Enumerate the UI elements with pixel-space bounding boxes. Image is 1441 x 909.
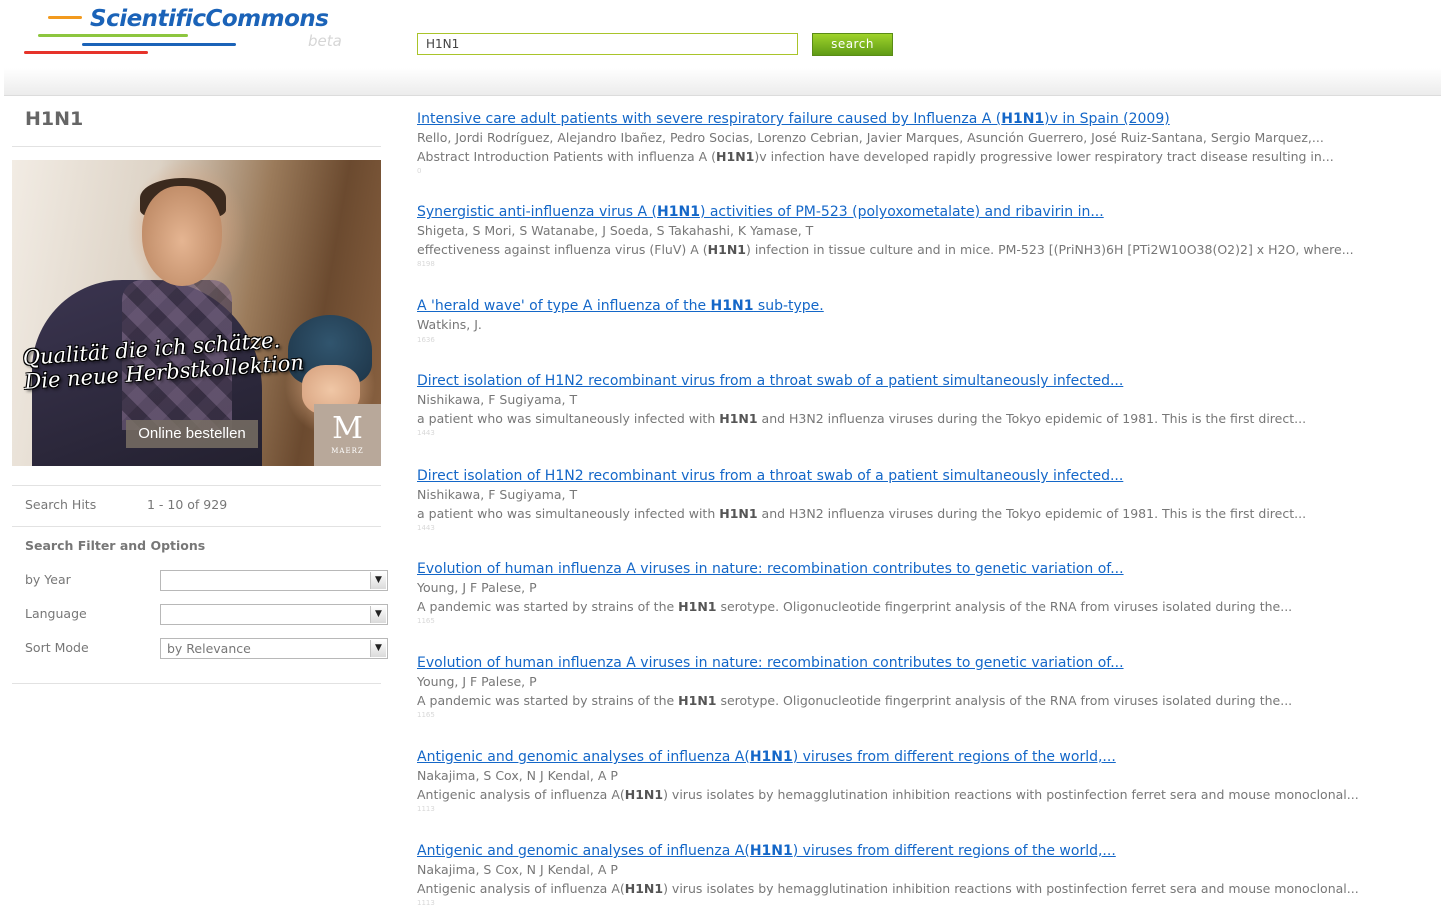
result-item: Direct isolation of H1N2 recombinant vir… [417, 372, 1441, 438]
result-authors: Nishikawa, F Sugiyama, T [417, 487, 578, 502]
result-authors: Rello, Jordi Rodríguez, Alejandro Ibañez… [417, 130, 1324, 145]
result-item: Evolution of human influenza A viruses i… [417, 654, 1441, 720]
logo-stripe [24, 51, 148, 54]
divider [12, 526, 381, 527]
sort-mode-select[interactable]: by Relevance ▼ [160, 638, 388, 659]
result-abstract: Antigenic analysis of influenza A(H1N1) … [417, 880, 1359, 896]
result-authors: Nishikawa, F Sugiyama, T [417, 392, 578, 407]
result-authors: Nakajima, S Cox, N J Kendal, A P [417, 862, 618, 877]
query-title: H1N1 [25, 108, 84, 130]
logo-stripe [82, 43, 236, 46]
result-item: Synergistic anti-influenza virus A (H1N1… [417, 203, 1441, 269]
logo-text: ScientificCommons [90, 6, 329, 32]
ad-brand-letter: M [332, 411, 363, 446]
result-title-link[interactable]: Synergistic anti-influenza virus A (H1N1… [417, 203, 1441, 222]
search-button[interactable]: search [812, 33, 893, 56]
result-authors: Young, J F Palese, P [417, 580, 537, 595]
result-authors: Nakajima, S Cox, N J Kendal, A P [417, 768, 618, 783]
filter-row-sort-mode: Sort Mode by Relevance ▼ [25, 636, 388, 660]
result-title-link[interactable]: Antigenic and genomic analyses of influe… [417, 842, 1441, 861]
result-abstract: Antigenic analysis of influenza A(H1N1) … [417, 786, 1359, 802]
result-item: Intensive care adult patients with sever… [417, 110, 1441, 176]
result-title-link[interactable]: Intensive care adult patients with sever… [417, 110, 1441, 129]
result-id: 1113 [417, 805, 435, 813]
result-id: 1165 [417, 711, 435, 719]
year-select[interactable]: ▼ [160, 570, 388, 591]
search-hits-label: Search Hits [25, 497, 97, 512]
result-id: 8198 [417, 260, 435, 268]
result-title-link[interactable]: Evolution of human influenza A viruses i… [417, 654, 1441, 673]
result-title-link[interactable]: Antigenic and genomic analyses of influe… [417, 748, 1441, 767]
result-item: Evolution of human influenza A viruses i… [417, 560, 1441, 626]
select-value: by Relevance [167, 641, 251, 656]
result-item: Antigenic and genomic analyses of influe… [417, 842, 1441, 908]
divider [12, 485, 381, 486]
result-title-link[interactable]: Direct isolation of H1N2 recombinant vir… [417, 372, 1441, 391]
result-authors: Young, J F Palese, P [417, 674, 537, 689]
ad-figure-head [142, 186, 222, 286]
logo-stripe [38, 34, 188, 37]
filter-label: by Year [25, 572, 71, 587]
search-hits-value: 1 - 10 of 929 [147, 497, 228, 512]
result-id: 1636 [417, 335, 435, 344]
result-abstract: a patient who was simultaneously infecte… [417, 410, 1307, 426]
dropdown-arrow-icon[interactable]: ▼ [370, 640, 386, 657]
result-id: 1165 [417, 617, 435, 625]
page-header: ScientificCommons beta H1N1 search [0, 0, 1441, 96]
result-authors: Watkins, J. [417, 317, 482, 332]
result-abstract: A pandemic was started by strains of the… [417, 692, 1293, 708]
result-title-link[interactable]: Evolution of human influenza A viruses i… [417, 560, 1441, 579]
result-id: 0 [417, 167, 422, 175]
ad-brand-name: MAERZ [331, 447, 364, 455]
result-abstract: A pandemic was started by strains of the… [417, 598, 1293, 614]
logo-stripe [48, 16, 82, 19]
result-id: 1443 [417, 429, 435, 437]
result-abstract: Abstract Introduction Patients with infl… [417, 148, 1334, 164]
result-item: A 'herald wave' of type A influenza of t… [417, 297, 1441, 345]
search-input[interactable]: H1N1 [417, 33, 798, 55]
logo-beta-tag: beta [308, 32, 342, 50]
filter-label: Sort Mode [25, 640, 89, 655]
result-title-link[interactable]: A 'herald wave' of type A influenza of t… [417, 297, 1441, 316]
divider [12, 683, 381, 684]
dropdown-arrow-icon[interactable]: ▼ [370, 606, 386, 623]
result-item: Direct isolation of H1N2 recombinant vir… [417, 467, 1441, 533]
search-hits-row: Search Hits 1 - 10 of 929 [25, 493, 381, 517]
result-abstract: effectiveness against influenza virus (F… [417, 241, 1354, 257]
result-id: 1113 [417, 899, 435, 907]
site-logo[interactable]: ScientificCommons beta [24, 4, 354, 64]
advertisement-banner[interactable]: Qualität die ich schätze. Die neue Herbs… [12, 160, 381, 466]
header-band [4, 68, 1441, 96]
result-id: 1443 [417, 524, 435, 532]
filter-row-year: by Year ▼ [25, 568, 388, 592]
result-abstract: a patient who was simultaneously infecte… [417, 505, 1307, 521]
result-title-link[interactable]: Direct isolation of H1N2 recombinant vir… [417, 467, 1441, 486]
filter-heading: Search Filter and Options [25, 538, 206, 553]
ad-order-button[interactable]: Online bestellen [126, 420, 258, 448]
ad-brand-logo: M MAERZ [314, 404, 381, 466]
divider [12, 146, 381, 147]
language-select[interactable]: ▼ [160, 604, 388, 625]
dropdown-arrow-icon[interactable]: ▼ [370, 572, 386, 589]
filter-label: Language [25, 606, 87, 621]
filter-row-language: Language ▼ [25, 602, 388, 626]
result-item: Antigenic and genomic analyses of influe… [417, 748, 1441, 814]
result-authors: Shigeta, S Mori, S Watanabe, J Soeda, S … [417, 223, 814, 238]
